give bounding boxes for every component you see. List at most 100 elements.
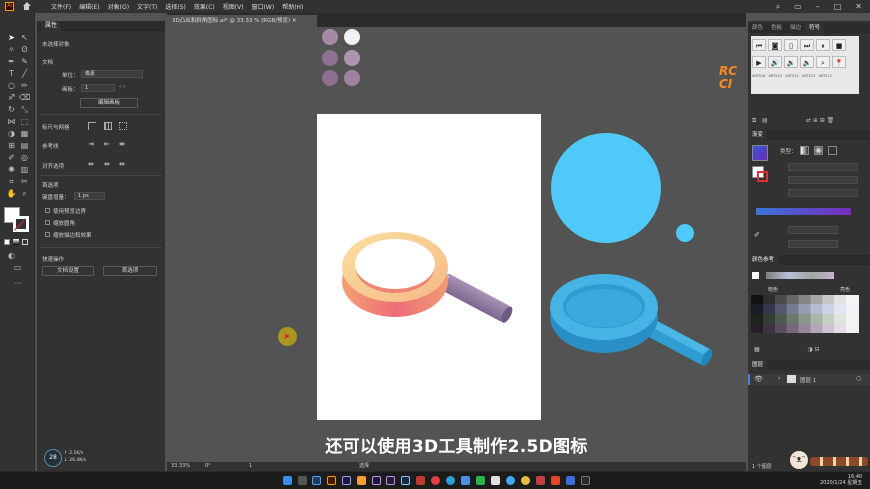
column-graph-icon[interactable]: ▥ [19,165,30,175]
tab-color[interactable]: 颜色 [748,23,767,33]
app-taskbar-icon[interactable] [566,476,575,485]
gradient-tool-icon[interactable]: ▤ [19,141,30,151]
tab-swatches[interactable]: 色板 [767,23,786,33]
symbol-prev-icon[interactable]: ⏮ [752,39,766,51]
symbol-panel-actions[interactable]: ⧉ ▤ ⇄ ⊕ ⊞ 🗑 [752,117,834,125]
close-tab-icon[interactable]: ✕ [292,18,297,24]
maximize-button[interactable]: □ [834,2,842,11]
cyan-circles[interactable] [547,132,707,262]
app-taskbar-icon[interactable] [461,476,470,485]
menu-effect[interactable]: 效果(C) [194,2,215,11]
align-selection-icon[interactable]: ⇹ [119,160,125,168]
gradient-location-field[interactable] [788,240,838,248]
app-taskbar-icon[interactable] [506,476,515,485]
magnifier-illustration[interactable] [337,217,527,337]
menu-view[interactable]: 视图(V) [223,2,244,11]
rotation-value[interactable]: 0° [205,462,211,471]
page-number[interactable]: 1 [249,462,252,471]
app-taskbar-icon[interactable] [491,476,500,485]
direct-selection-tool-icon[interactable]: ↖ [19,33,30,43]
menu-select[interactable]: 选择(S) [165,2,186,11]
app-taskbar-icon[interactable] [431,476,440,485]
app-taskbar-icon[interactable] [446,476,455,485]
radial-gradient-icon[interactable] [814,146,823,155]
app-taskbar-icon[interactable] [416,476,425,485]
document-tab[interactable]: 3D凸出和斜角图标.ai* @ 33.33 % (RGB/预览) ✕ [167,15,317,27]
wechat-taskbar-icon[interactable] [476,476,485,485]
line-tool-icon[interactable]: ╱ [19,69,30,79]
gradient-opacity-field[interactable] [788,226,838,234]
menu-type[interactable]: 文字(T) [137,2,157,11]
type-tool-icon[interactable]: T [6,69,17,79]
free-transform-icon[interactable]: ⬚ [19,117,30,127]
search-icon[interactable]: ⌕ [776,2,780,12]
ruler-icon[interactable] [88,122,96,130]
home-icon[interactable] [22,2,31,11]
tab-gradient[interactable]: 渐变 [748,130,768,140]
artboard-tool-icon[interactable]: ⌗ [6,177,17,187]
canvas-area[interactable]: RC CI ➤ 还可以使用3D工具制作2.5D图标 [167,27,746,462]
slice-tool-icon[interactable]: ✂ [19,177,30,187]
after-effects-taskbar-icon[interactable] [342,476,351,485]
clock[interactable]: 16:40 2020/1/24 星期五 [820,474,862,486]
harmony-colors[interactable] [766,272,834,279]
symbol-search-icon[interactable]: ⌕ [816,56,830,68]
width-tool-icon[interactable]: ⋈ [6,117,17,127]
selection-tool-icon[interactable]: ➤ [6,33,17,43]
symbol-volume-low-icon[interactable]: 🔈 [800,56,814,68]
symbol-phone-icon[interactable]: ▯ [784,39,798,51]
properties-tab[interactable]: 属性 [37,21,165,31]
align-key-icon[interactable]: ⇹ [88,160,94,168]
menu-object[interactable]: 对象(O) [108,2,129,11]
edit-artboard-button[interactable]: 编辑画板 [80,98,138,108]
curvature-tool-icon[interactable]: ✎ [19,57,30,67]
gradient-angle-field[interactable] [788,163,858,171]
zoom-level[interactable]: 33.33% [171,462,190,471]
preferences-button[interactable]: 首选项 [103,266,157,276]
pencil-tool-icon[interactable]: ✏ [19,81,30,91]
eyedropper-icon[interactable]: ✐ [6,153,17,163]
app-taskbar-icon[interactable] [581,476,590,485]
ellipse-tool-icon[interactable]: ○ [6,81,17,91]
layer-row[interactable]: 👁 › 图层 1 ○ [748,374,870,385]
show-guides-icon[interactable]: ⇥ [88,140,94,148]
base-color-swatch[interactable] [752,272,759,279]
eyedropper-icon[interactable]: ✐ [754,231,760,239]
screen-mode-icon[interactable]: ▭ [12,263,23,273]
magic-wand-icon[interactable]: ✧ [6,45,17,55]
close-button[interactable]: ✕ [855,2,862,11]
artboard-select[interactable]: 1 [81,84,115,92]
scale-strokes-checkbox[interactable] [45,232,50,237]
gradient-aspect-field[interactable] [788,176,858,184]
more-tools-icon[interactable]: ··· [12,279,23,289]
tab-layers[interactable]: 图层 [748,360,768,370]
scale-corners-checkbox[interactable] [45,220,50,225]
color-guide-row[interactable] [751,324,859,333]
pixel-grid-icon[interactable] [119,122,127,130]
color-guide-row[interactable] [751,314,859,324]
lasso-icon[interactable]: ʘ [19,45,30,55]
symbol-play-icon[interactable]: ▶ [752,56,766,68]
hand-tool-icon[interactable]: ✋ [6,189,17,199]
layer-name[interactable]: 图层 1 [800,376,816,384]
freeform-gradient-icon[interactable] [828,146,837,155]
menu-edit[interactable]: 编辑(E) [79,2,99,11]
paintbrush-icon[interactable]: ♐ [6,93,17,103]
symbol-pin-icon[interactable]: 📍 [832,56,846,68]
symbol-next-icon[interactable]: ⏭ [800,39,814,51]
expand-layer-icon[interactable]: › [778,375,780,382]
color-guide-actions[interactable]: ▦ ◑ ⊟ [754,346,820,353]
mesh-tool-icon[interactable]: ⊞ [6,141,17,151]
align-artboard-icon[interactable]: ⇹ [104,160,110,168]
perspective-grid-icon[interactable]: ▦ [19,129,30,139]
color-guide-row[interactable] [751,304,859,314]
tab-symbols[interactable]: 符号 [805,23,825,33]
minimize-button[interactable]: – [816,2,820,11]
gradient-stroke-swatch[interactable] [757,171,768,182]
linear-gradient-icon[interactable] [800,146,809,155]
menu-help[interactable]: 帮助(H) [282,2,303,11]
app-taskbar-icon[interactable] [536,476,545,485]
gradient-preview[interactable] [752,145,768,161]
tab-color-guide[interactable]: 颜色参考 [748,255,779,265]
app-taskbar-icon[interactable] [386,476,395,485]
